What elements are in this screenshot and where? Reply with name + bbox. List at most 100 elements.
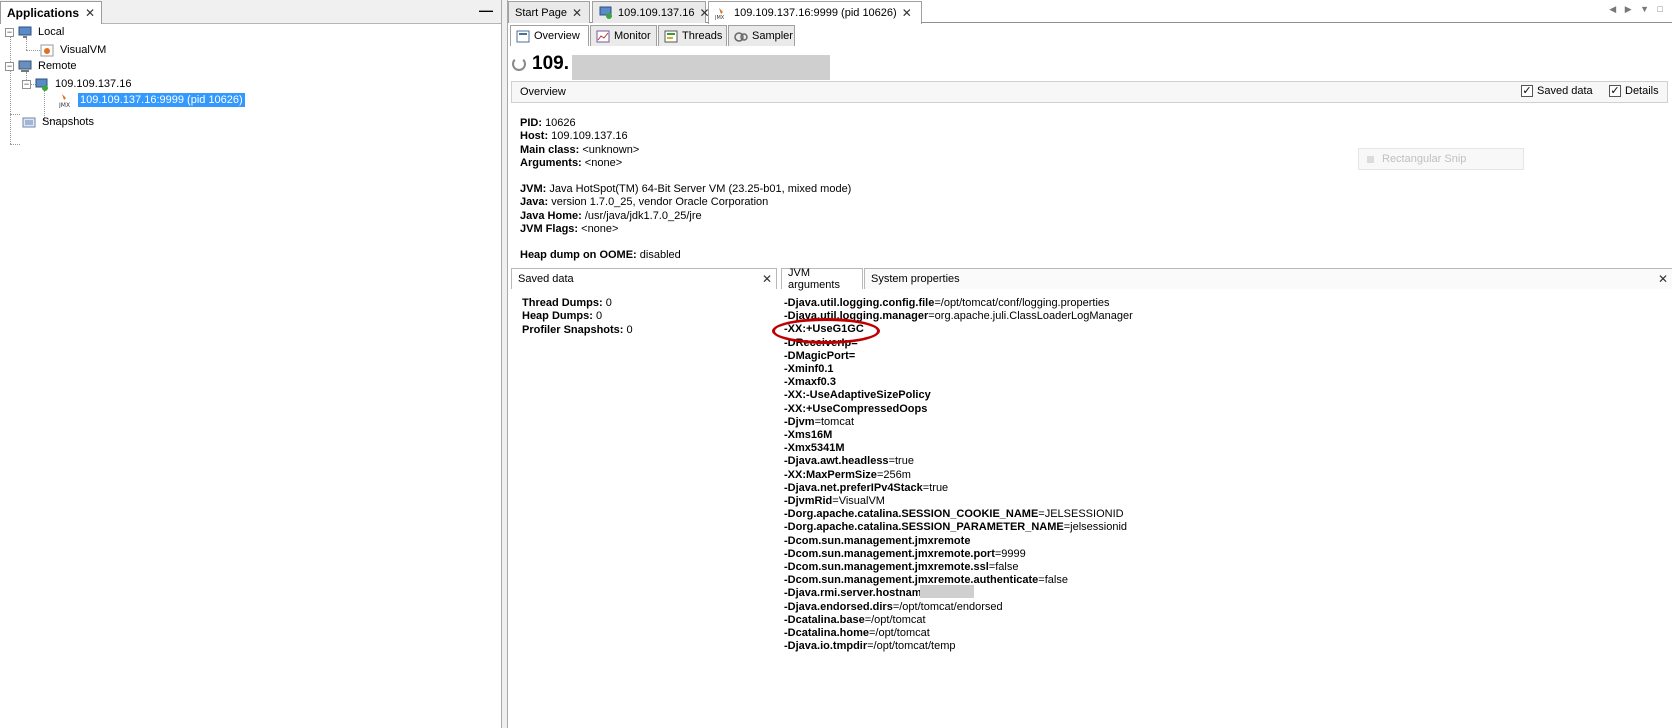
document-area: Start Page ✕ 109.109.137.16 ✕ JMX 109.10…: [508, 0, 1672, 728]
jvm-argument-row: -Dcom.sun.management.jmxremote.port=9999: [784, 548, 1133, 561]
heap-dumps-row: Heap Dumps: 0: [522, 310, 603, 323]
argument-key: -Dcatalina.home: [784, 627, 869, 640]
rectangular-snip-overlay[interactable]: Rectangular Snip: [1358, 148, 1524, 170]
close-icon[interactable]: ✕: [762, 272, 772, 286]
argument-key: -Dcatalina.base: [784, 613, 865, 626]
applications-tree: − Local VisualVM − Remote − 109.109.137.…: [0, 24, 501, 728]
argument-key: -DjvmRid: [784, 495, 833, 508]
pid-row: PID: 10626: [520, 117, 576, 129]
tab-label: Monitor: [614, 30, 651, 42]
argument-key: -Xmx5341M: [784, 442, 845, 455]
close-icon[interactable]: ✕: [572, 6, 582, 20]
argument-key: -XX:+UseCompressedOops: [784, 402, 928, 415]
jvm-argument-row: -Djava.io.tmpdir=/opt/tomcat/temp: [784, 640, 1133, 653]
argument-key: -XX:MaxPermSize: [784, 468, 877, 481]
argument-value: =/opt/tomcat/endorsed: [892, 600, 1003, 613]
argument-key: -Dorg.apache.catalina.SESSION_PARAMETER_…: [784, 521, 1064, 534]
argument-key: -Dcom.sun.management.jmxremote.authentic…: [784, 574, 1039, 587]
overview-icon: [516, 30, 530, 43]
close-icon[interactable]: ✕: [85, 6, 95, 20]
host-row: Host: 109.109.137.16: [520, 130, 628, 143]
document-tabs: Start Page ✕ 109.109.137.16 ✕ JMX 109.10…: [508, 0, 1672, 24]
jvm-argument-row: -Xmx5341M: [784, 442, 1133, 455]
tree-label-local: Local: [38, 26, 65, 38]
argument-value: =JELSESSIONID: [1038, 508, 1124, 521]
tab-jmx-application[interactable]: JMX 109.109.137.16:9999 (pid 10626) ✕: [708, 1, 922, 24]
jvm-argument-row: -Dcatalina.base=/opt/tomcat: [784, 614, 1133, 627]
argument-key: -Djava.io.tmpdir: [784, 640, 868, 653]
tree-node-local[interactable]: − Local: [5, 24, 66, 40]
applications-tab[interactable]: Applications ✕: [0, 1, 103, 24]
argument-value: =tomcat: [814, 415, 854, 428]
argument-value: =9999: [994, 547, 1026, 560]
argument-value: =jelsessionid: [1063, 521, 1128, 534]
page-title-row: 109.: [508, 50, 569, 78]
page-title: 109.: [532, 53, 569, 74]
close-icon[interactable]: ✕: [902, 6, 912, 20]
argument-key: -Djava.endorsed.dirs: [784, 600, 893, 613]
jvm-argument-row: -Djava.net.preferIPv4Stack=true: [784, 482, 1133, 495]
saved-data-checkbox[interactable]: ✓ Saved data: [1521, 85, 1593, 97]
collapse-toggle[interactable]: −: [22, 79, 31, 89]
tab-host[interactable]: 109.109.137.16 ✕: [592, 1, 710, 23]
view-tabs: Overview Monitor Threads Sampler: [508, 23, 1672, 46]
tab-threads[interactable]: Threads: [658, 25, 727, 46]
argument-key: -Djava.util.logging.config.file: [784, 297, 935, 309]
java-home-row: Java Home: /usr/java/jdk1.7.0_25/jre: [520, 209, 702, 222]
argument-key: -DMagicPort=: [784, 349, 856, 362]
jmx-application-icon: JMX: [715, 7, 729, 20]
tree-node-visualvm[interactable]: VisualVM: [40, 42, 108, 58]
tab-jvm-arguments[interactable]: JVM arguments: [781, 267, 863, 291]
argument-value: =false: [1038, 574, 1068, 587]
applications-header: Applications ✕ —: [0, 0, 501, 24]
argument-key: -Djava.rmi.server.hostname: [784, 587, 928, 600]
tree-node-jmx-application[interactable]: JMX 109.109.137.16:9999 (pid 10626): [58, 90, 245, 110]
jvm-argument-row: -Dcom.sun.management.jmxremote.ssl=false: [784, 561, 1133, 574]
argument-value: =org.apache.juli.ClassLoaderLogManager: [928, 310, 1133, 323]
computer-icon: [18, 26, 32, 39]
minimize-icon[interactable]: —: [479, 2, 493, 18]
tree-label-visualvm: VisualVM: [60, 44, 107, 56]
checkbox-label: Details: [1625, 85, 1659, 97]
remote-host-icon: [599, 6, 613, 19]
jvm-argument-row: -Dcom.sun.management.jmxremote: [784, 535, 1133, 548]
collapse-toggle[interactable]: −: [5, 27, 14, 37]
tab-start-page[interactable]: Start Page ✕: [508, 1, 590, 23]
jvm-argument-row: -Djava.util.logging.config.file=/opt/tom…: [784, 297, 1133, 310]
application-icon: [40, 44, 54, 57]
argument-value: =/opt/tomcat/conf/logging.properties: [934, 297, 1110, 309]
thread-dumps-row: Thread Dumps: 0: [522, 297, 612, 309]
tree-node-remote[interactable]: − Remote: [5, 58, 79, 74]
snapshots-icon: [22, 116, 36, 129]
jvm-row: JVM: Java HotSpot(TM) 64-Bit Server VM (…: [520, 183, 852, 196]
panel-title: System properties: [871, 273, 960, 285]
jmx-application-icon: JMX: [58, 92, 74, 108]
tab-overview[interactable]: Overview: [510, 25, 589, 46]
highlight-ellipse: [772, 318, 880, 344]
sampler-icon: [734, 30, 748, 43]
close-icon[interactable]: ✕: [1658, 272, 1668, 286]
jvm-argument-row: -Djava.awt.headless=true: [784, 455, 1133, 468]
argument-key: -XX:-UseAdaptiveSizePolicy: [784, 389, 931, 402]
section-title: Overview: [520, 86, 566, 98]
jvm-argument-row: -Dcatalina.home=/opt/tomcat: [784, 627, 1133, 640]
tree-label-host: 109.109.137.16: [55, 78, 132, 90]
java-row: Java: version 1.7.0_25, vendor Oracle Co…: [520, 196, 769, 209]
argument-key: -Dcom.sun.management.jmxremote.port: [784, 547, 995, 560]
tree-node-snapshots[interactable]: Snapshots: [22, 114, 96, 130]
tab-navigation-icons[interactable]: ◀ ▶ ▼ □: [1609, 4, 1666, 15]
tab-label: 109.109.137.16:9999 (pid 10626): [734, 7, 897, 19]
collapse-toggle[interactable]: −: [5, 61, 14, 71]
jvm-argument-row: -XX:MaxPermSize=256m: [784, 469, 1133, 482]
details-checkbox[interactable]: ✓ Details: [1609, 85, 1659, 97]
checkbox-icon: ✓: [1521, 85, 1533, 97]
jvm-argument-row: -DMagicPort=: [784, 350, 1133, 363]
tab-monitor[interactable]: Monitor: [590, 25, 657, 46]
saved-data-panel-tab[interactable]: Saved data: [511, 268, 777, 289]
jvm-argument-row: -Dorg.apache.catalina.SESSION_PARAMETER_…: [784, 521, 1133, 534]
tab-system-properties[interactable]: System properties: [864, 268, 1672, 289]
saved-data-details: Thread Dumps: 0 Heap Dumps: 0 Profiler S…: [522, 297, 633, 337]
overview-details: PID: 10626 Host: 109.109.137.16 Main cla…: [520, 117, 851, 263]
tab-label: Sampler: [752, 30, 793, 42]
tab-sampler[interactable]: Sampler: [728, 25, 795, 46]
